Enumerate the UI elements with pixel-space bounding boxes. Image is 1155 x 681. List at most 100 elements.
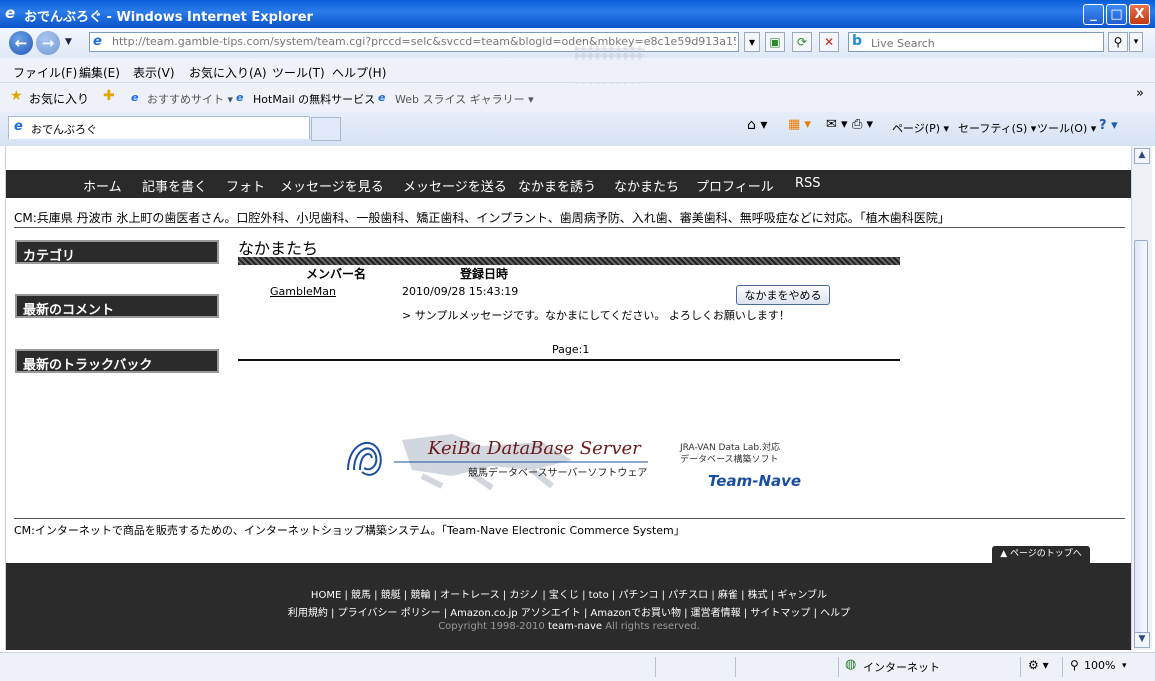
suggested-sites[interactable]: おすすめサイト ▾ — [147, 91, 233, 107]
tools-menu[interactable]: ツール(O) ▾ — [1037, 120, 1096, 136]
help-icon[interactable]: ? ▾ — [1099, 118, 1118, 133]
title-stripe — [238, 257, 900, 265]
hotmail-icon: e — [236, 91, 244, 104]
search-options-icon[interactable]: ▾ — [1129, 32, 1143, 52]
nav-write[interactable]: 記事を書く — [142, 176, 207, 195]
site-footer: HOME | 競馬 | 競艇 | 競輪 | オートレース | カジノ | 宝くじ… — [6, 563, 1132, 650]
friend-message: > サンプルメッセージです。なかまにしてください。 よろしくお願いします！ — [402, 309, 790, 322]
site-nav: ホーム 記事を書く フォト メッセージを見る メッセージを送る なかまを誘う な… — [6, 170, 1132, 198]
logo-title: KeiBa DataBase Server — [428, 438, 641, 459]
status-bar: ◍ インターネット ⚙ ▾ ⚲ 100% ▾ — [0, 652, 1155, 681]
column-header-member: メンバー名 — [306, 267, 367, 281]
nav-send-message[interactable]: メッセージを送る — [403, 176, 507, 195]
status-divider — [655, 657, 656, 677]
copyright-suffix: All rights reserved. — [602, 621, 700, 632]
scroll-down-icon[interactable]: ▼ — [1134, 632, 1150, 648]
sidebar-label: 最新のコメント — [23, 303, 115, 318]
status-divider — [1020, 657, 1021, 677]
menu-edit[interactable]: 編集(E) — [79, 64, 120, 81]
tab-row: e おでんぶろぐ ⌂ ▾ ▦ ▾ ✉ ▾ ⎙ ▾ ページ(P) ▾ セーフティ(… — [0, 112, 1155, 146]
divider — [238, 359, 900, 361]
compatibility-icon[interactable]: ▣ — [765, 32, 785, 52]
status-divider — [1062, 657, 1063, 677]
back-button[interactable]: ← — [9, 31, 33, 55]
nav-profile[interactable]: プロフィール — [696, 176, 774, 195]
logo-side-text-2: データベース構築ソフト — [680, 455, 779, 465]
refresh-icon[interactable]: ⟳ — [792, 32, 812, 52]
nav-friends[interactable]: なかまたち — [614, 176, 679, 195]
menu-file[interactable]: ファイル(F) — [13, 64, 77, 81]
search-button[interactable]: ⚲ — [1108, 32, 1128, 52]
keiba-database-logo[interactable]: KeiBa DataBase Server 競馬データベースサーバーソフトウェア… — [342, 430, 812, 500]
forward-button[interactable]: → — [36, 31, 60, 55]
zoom-level[interactable]: 100% — [1084, 659, 1115, 672]
maximize-button[interactable]: □ — [1106, 4, 1127, 25]
member-link[interactable]: GambleMan — [270, 285, 336, 298]
column-header-date: 登録日時 — [460, 267, 509, 281]
footer-links-1[interactable]: HOME | 競馬 | 競艇 | 競輪 | オートレース | カジノ | 宝くじ… — [6, 586, 1132, 601]
nav-view-messages[interactable]: メッセージを見る — [280, 176, 384, 195]
vertical-scrollbar[interactable]: ▲ ▼ — [1131, 146, 1152, 650]
menu-favorites[interactable]: お気に入り(A) — [189, 64, 267, 81]
copyright-brand[interactable]: team-nave — [548, 621, 602, 632]
protected-mode-icon[interactable]: ⚙ ▾ — [1028, 658, 1049, 672]
internet-zone-icon: ◍ — [845, 657, 857, 672]
home-icon[interactable]: ⌂ ▾ — [747, 117, 767, 133]
chevron-more-icon[interactable]: » — [1136, 86, 1144, 101]
web-slice-gallery[interactable]: Web スライス ギャラリー ▾ — [395, 91, 534, 107]
page-top-button[interactable]: ▲ ページのトップへ — [992, 546, 1090, 563]
add-favorites-icon[interactable]: ✚ — [103, 88, 115, 104]
sidebar-recent-trackbacks: 最新のトラックバック — [15, 349, 219, 373]
sidebar-label: カテゴリ — [23, 249, 76, 264]
nav-home[interactable]: ホーム — [83, 176, 122, 195]
scroll-thumb[interactable] — [1134, 240, 1148, 636]
menu-help[interactable]: ヘルプ(H) — [332, 64, 386, 81]
divider — [14, 227, 1125, 228]
sidebar-categories: カテゴリ — [15, 240, 219, 264]
ie-icon: e — [5, 4, 16, 22]
ad-top[interactable]: CM:兵庫県 丹波市 氷上町の歯医者さん。口腔外科、小児歯科、一般歯科、矯正歯科… — [14, 209, 944, 226]
print-icon[interactable]: ⎙ ▾ — [852, 117, 873, 132]
safety-menu[interactable]: セーフティ(S) ▾ — [958, 120, 1036, 136]
nav-rss[interactable]: RSS — [795, 176, 821, 191]
minimize-button[interactable]: _ — [1083, 4, 1104, 25]
sidebar-label: 最新のトラックバック — [23, 358, 153, 373]
status-divider — [735, 657, 736, 677]
menu-tools[interactable]: ツール(T) — [272, 64, 325, 81]
tab-page-icon: e — [14, 119, 23, 134]
zoom-icon[interactable]: ⚲ — [1070, 658, 1079, 672]
window-title-bar: e おでんぶろぐ - Windows Internet Explorer _ □… — [0, 0, 1155, 28]
nav-invite[interactable]: なかまを誘う — [518, 176, 596, 195]
page-icon: e — [93, 34, 102, 49]
web-slice-icon: e — [378, 91, 386, 104]
menu-view[interactable]: 表示(V) — [133, 64, 175, 81]
nav-photo[interactable]: フォト — [226, 176, 265, 195]
copyright-prefix: Copyright 1998-2010 — [438, 621, 548, 632]
search-box[interactable]: b — [848, 32, 1104, 52]
scroll-up-icon[interactable]: ▲ — [1134, 148, 1150, 164]
hotmail-link[interactable]: HotMail の無料サービス — [253, 91, 375, 107]
page-number: Page:1 — [552, 343, 590, 356]
tab-active[interactable]: e おでんぶろぐ — [8, 116, 310, 139]
favorites-button[interactable]: お気に入り — [29, 90, 89, 107]
mail-icon[interactable]: ✉ ▾ — [826, 117, 848, 132]
address-dropdown-icon[interactable]: ▾ — [744, 32, 760, 52]
footer-links-2[interactable]: 利用規約 | プライバシー ポリシー | Amazon.co.jp アソシエイト… — [6, 604, 1132, 619]
status-divider — [838, 657, 839, 677]
menu-bar: ファイル(F) 編集(E) 表示(V) お気に入り(A) ツール(T) ヘルプ(… — [0, 60, 1155, 83]
page-menu[interactable]: ページ(P) ▾ — [892, 120, 949, 136]
rss-icon[interactable]: ▦ ▾ — [788, 117, 811, 132]
stop-icon[interactable]: ✕ — [819, 32, 839, 52]
favorites-star-icon: ★ — [10, 88, 23, 104]
zoom-dropdown-icon[interactable]: ▾ — [1122, 661, 1127, 671]
leave-friends-button[interactable]: なかまをやめる — [736, 285, 830, 305]
ad-bottom[interactable]: CM:インターネットで商品を販売するための、インターネットショップ構築システム。… — [14, 522, 679, 538]
live-search-icon: b — [852, 33, 863, 49]
close-button[interactable]: X — [1129, 4, 1150, 25]
window-title: おでんぶろぐ - Windows Internet Explorer — [24, 10, 313, 25]
logo-brand: Team-Nave — [708, 472, 802, 490]
history-dropdown-icon[interactable]: ▼ — [65, 37, 72, 47]
search-input[interactable] — [869, 34, 1103, 52]
new-tab-button[interactable] — [311, 117, 341, 141]
divider — [14, 518, 1125, 519]
